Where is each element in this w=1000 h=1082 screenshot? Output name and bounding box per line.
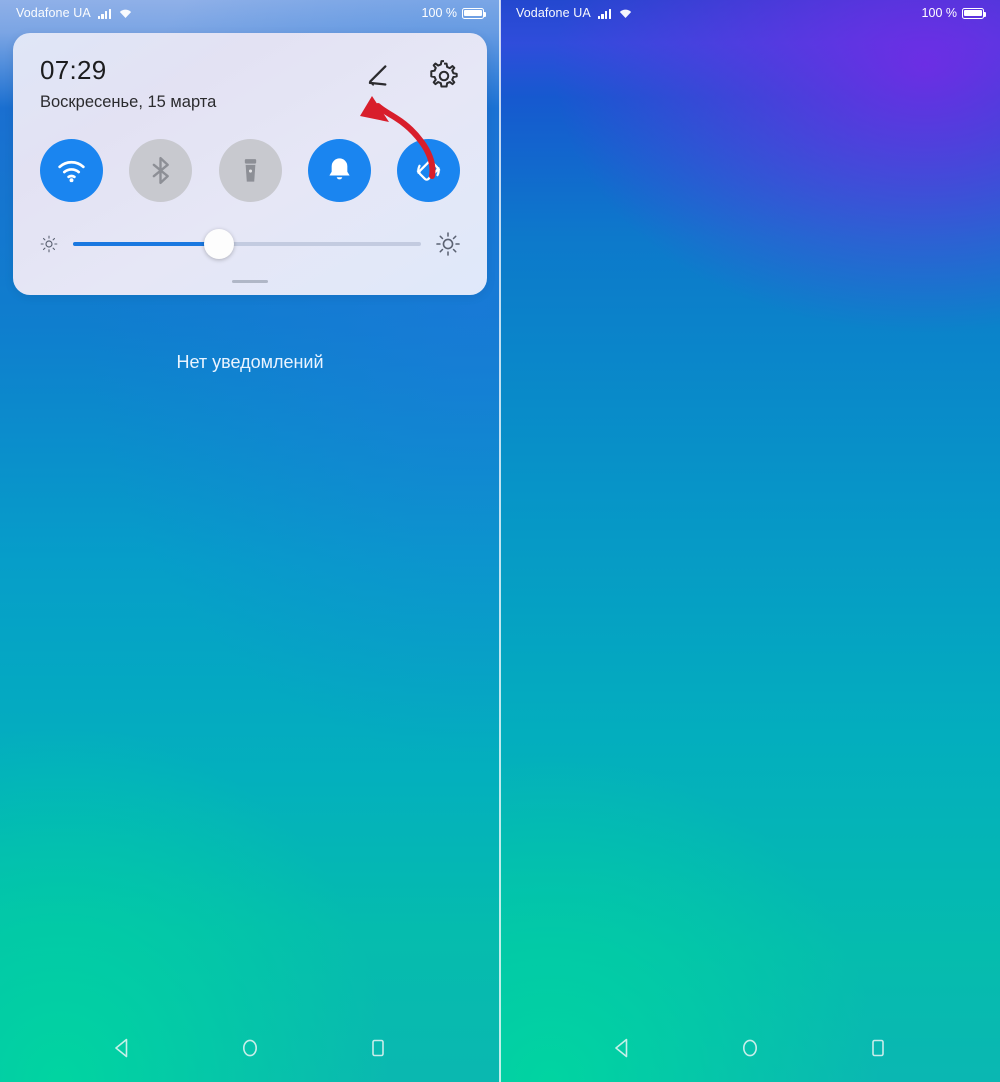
battery-percent-label: 100 %	[421, 6, 457, 20]
signal-bars-icon	[97, 8, 112, 19]
nav-back-icon[interactable]	[110, 1036, 134, 1060]
sun-small-icon	[40, 235, 58, 253]
nav-bar-left	[0, 1014, 500, 1082]
toggle-sound[interactable]	[307, 139, 371, 202]
flashlight-icon	[244, 159, 256, 182]
toggle-auto-rotate[interactable]	[397, 139, 460, 202]
toggle-bluetooth[interactable]	[129, 139, 193, 202]
nav-recents-icon[interactable]	[366, 1036, 390, 1060]
gear-icon[interactable]	[427, 59, 461, 93]
brightness-knob[interactable]	[204, 229, 235, 259]
wifi-icon	[58, 160, 85, 183]
status-bar-left: Vodafone UA 100 %	[0, 0, 500, 26]
carrier-label: Vodafone UA	[516, 6, 591, 20]
carrier-label: Vodafone UA	[16, 6, 91, 20]
wifi-icon	[619, 9, 632, 18]
date-label: Воскресенье, 15 марта	[40, 93, 217, 111]
sun-large-icon	[436, 232, 460, 256]
pencil-edit-icon[interactable]	[363, 59, 397, 93]
screenshot-divider	[499, 0, 501, 1082]
dual-screenshot: Vodafone UA 100 % 07:29 Воскресенье, 15 …	[0, 0, 1000, 1082]
brightness-fill	[73, 242, 220, 246]
battery-percent-label: 100 %	[921, 6, 957, 20]
toggle-flashlight[interactable]	[218, 139, 282, 202]
wifi-icon	[119, 9, 132, 18]
brightness-slider-row	[39, 229, 461, 259]
left-phone-screen: Vodafone UA 100 % 07:29 Воскресенье, 15 …	[0, 0, 500, 1082]
quick-toggle-row	[40, 139, 460, 202]
battery-full-icon	[962, 7, 987, 19]
nav-recents-icon[interactable]	[866, 1036, 890, 1060]
nav-home-icon[interactable]	[738, 1036, 762, 1060]
panel-drag-handle[interactable]	[232, 280, 268, 283]
no-notifications-label: Нет уведомлений	[176, 352, 324, 372]
rotate-icon	[416, 160, 441, 181]
nav-bar-right	[500, 1014, 1000, 1082]
right-phone-screen: Vodafone UA 100 % Порядок значков	[500, 0, 1000, 1082]
status-bar-right: Vodafone UA 100 %	[500, 0, 1000, 26]
toggle-wifi[interactable]	[40, 139, 103, 202]
battery-full-icon	[462, 7, 487, 19]
wallpaper	[500, 0, 1000, 1082]
clock-label: 07:29	[40, 55, 107, 85]
bell-icon	[329, 158, 350, 180]
quick-settings-panel: 07:29 Воскресенье, 15 марта	[13, 33, 487, 295]
brightness-track[interactable]	[73, 229, 421, 259]
signal-bars-icon	[597, 8, 612, 19]
bluetooth-icon	[152, 156, 170, 185]
nav-home-icon[interactable]	[238, 1036, 262, 1060]
nav-back-icon[interactable]	[610, 1036, 634, 1060]
